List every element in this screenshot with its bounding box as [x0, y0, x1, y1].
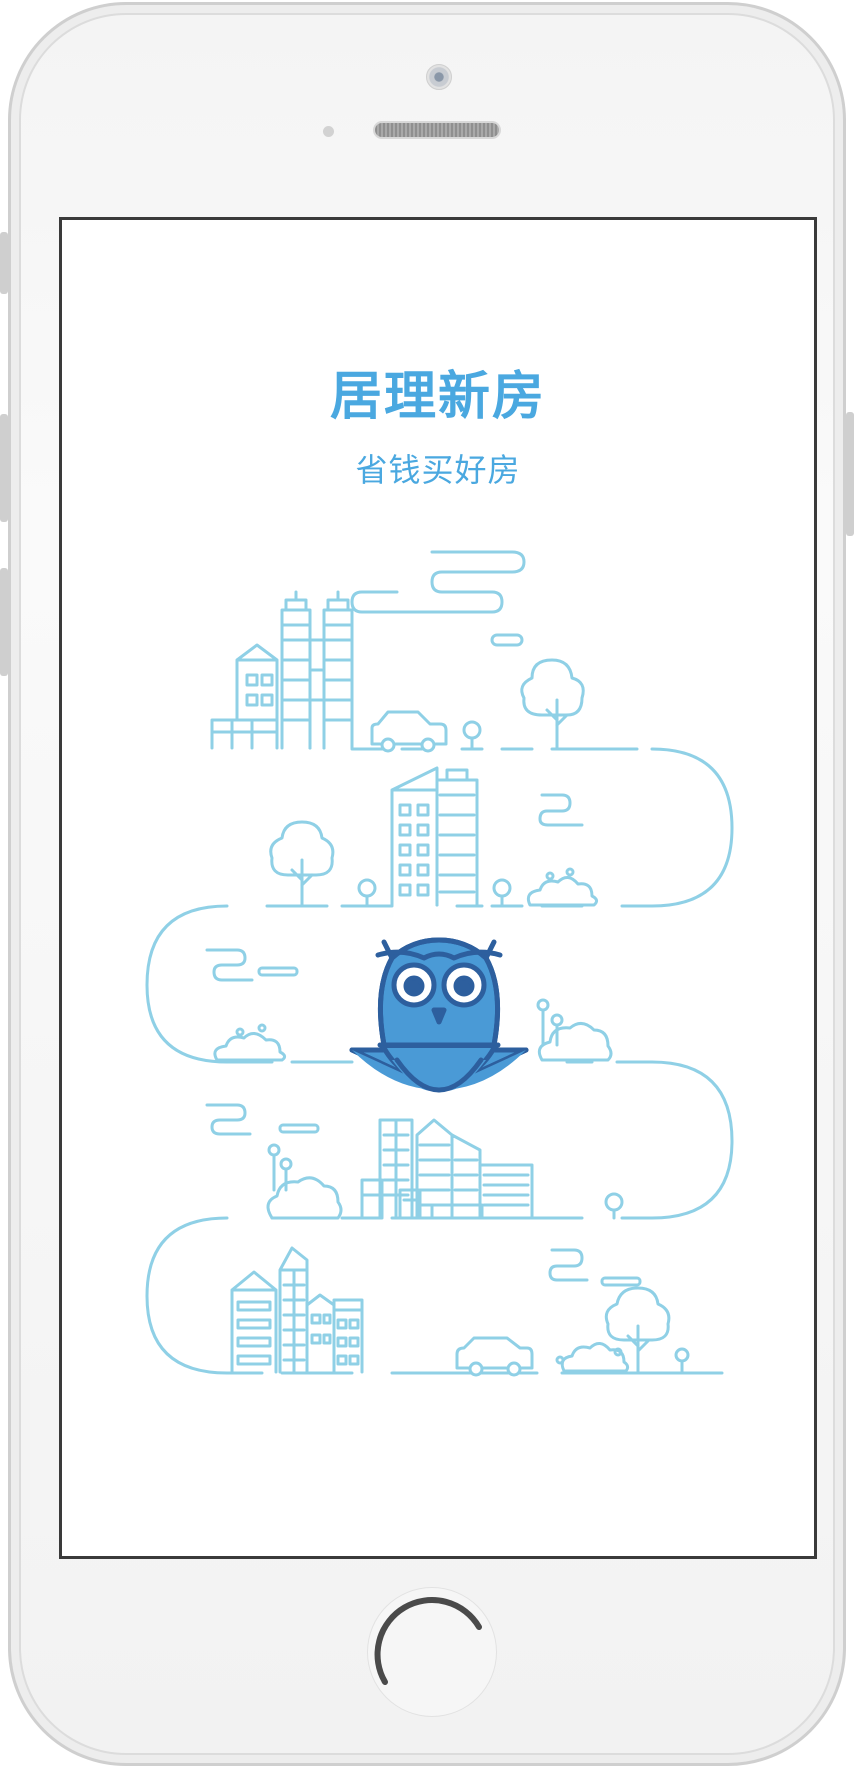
- power-button[interactable]: [846, 412, 854, 536]
- tree-icon: [520, 658, 585, 750]
- volume-up-button[interactable]: [0, 414, 8, 522]
- home-button-ring-icon: [374, 1597, 482, 1685]
- cloud: [538, 793, 584, 827]
- earpiece-speaker-icon: [373, 121, 501, 139]
- car-icon: [455, 1336, 534, 1377]
- car-icon: [370, 710, 448, 753]
- building-cluster: [230, 1246, 364, 1374]
- bush-icon: [526, 867, 599, 907]
- bush-icon: [555, 1342, 630, 1373]
- tree-icon: [604, 1286, 671, 1374]
- device-stage: 居理新房 省钱买好房: [0, 0, 854, 1771]
- lamp-post: [357, 878, 512, 908]
- cloud: [205, 1103, 320, 1136]
- building-cluster: [390, 766, 479, 907]
- building-cluster: [360, 1118, 534, 1219]
- tree-icon: [269, 820, 335, 908]
- lamp-post: [604, 1192, 624, 1220]
- cloud: [350, 550, 526, 647]
- volume-down-button[interactable]: [0, 568, 8, 676]
- mute-switch[interactable]: [0, 232, 8, 294]
- lamp-post: [674, 1347, 690, 1374]
- front-camera-icon: [426, 64, 452, 90]
- cloud: [205, 948, 299, 982]
- proximity-sensor-icon: [323, 126, 334, 137]
- building-cluster: [210, 590, 354, 750]
- city-road-illustration: [145, 550, 734, 1377]
- bush-icon: [213, 1023, 287, 1062]
- bush-icon: [537, 1022, 613, 1062]
- owl-location-pin-icon: [349, 937, 529, 1093]
- lamp-post: [462, 720, 482, 750]
- bush-icon: [266, 1176, 343, 1220]
- cloud: [548, 1248, 642, 1287]
- splash-screen: 居理新房 省钱买好房: [59, 217, 817, 1559]
- phone-frame: 居理新房 省钱买好房: [8, 2, 846, 1766]
